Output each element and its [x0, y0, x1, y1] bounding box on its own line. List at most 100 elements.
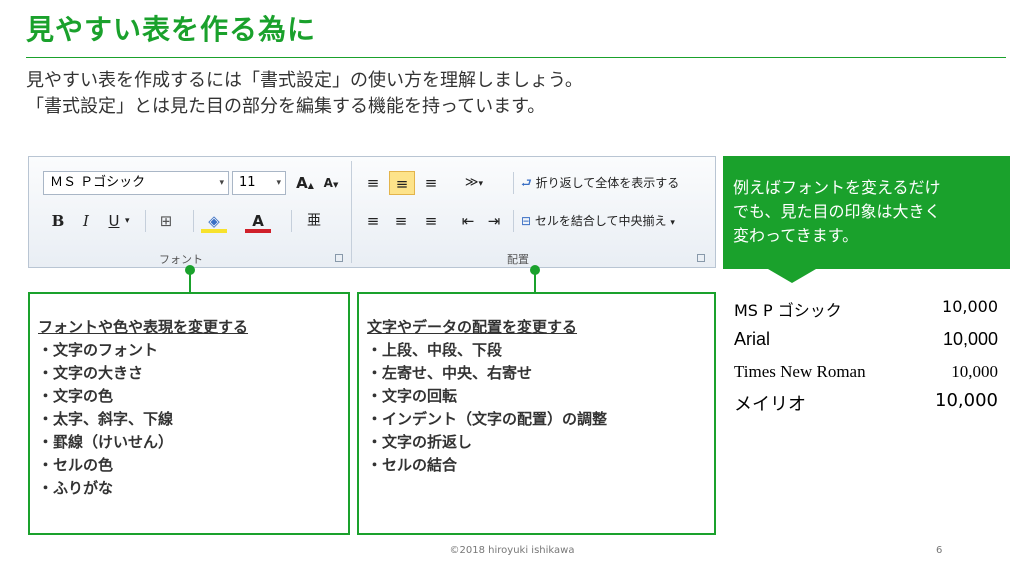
font-sample-row: メイリオ 10,000 — [734, 390, 998, 418]
font-dialog-launcher-icon[interactable] — [335, 254, 343, 262]
list-item: ・ふりがな — [38, 479, 114, 497]
fill-color-button[interactable]: ◈ — [201, 209, 227, 233]
align-top-icon: ≡ — [366, 174, 380, 192]
list-item: ・文字の回転 — [367, 387, 458, 405]
merge-cells-icon: ⊟ — [521, 214, 532, 228]
border-icon: ⊞ — [159, 212, 173, 230]
page-title: 見やすい表を作る為に — [26, 13, 317, 46]
list-item: ・インデント（文字の配置）の調整 — [367, 410, 608, 428]
align-right-button[interactable]: ≡ — [419, 209, 443, 233]
group-divider — [351, 161, 352, 263]
underline-button[interactable]: U — [103, 209, 125, 233]
shrink-font-button[interactable]: A▼ — [319, 171, 343, 195]
list-item: ・セルの色 — [38, 456, 114, 474]
separator — [513, 172, 514, 194]
chevron-down-icon: ▾ — [670, 218, 675, 228]
title-divider — [26, 57, 1006, 58]
intro-text: 見やすい表を作成するには「書式設定」の使い方を理解しましょう。 「書式設定」とは… — [26, 68, 583, 120]
list-item: ・太字、斜字、下線 — [38, 410, 174, 428]
font-sample-row: Times New Roman 10,000 — [734, 362, 998, 390]
separator — [291, 210, 292, 232]
callout-line-1: 例えばフォントを変えるだけ — [733, 178, 941, 197]
chevron-down-icon: ▾ — [276, 178, 281, 188]
italic-button[interactable]: I — [75, 209, 97, 233]
font-sample-value: 10,000 — [951, 362, 998, 381]
align-bottom-icon: ≡ — [424, 174, 438, 192]
bold-button[interactable]: B — [47, 209, 69, 233]
border-button[interactable]: ⊞ — [153, 209, 179, 233]
align-middle-button[interactable]: ≡ — [389, 171, 415, 195]
font-features-heading: フォントや色や表現を変更する — [38, 318, 249, 336]
align-bottom-button[interactable]: ≡ — [419, 171, 443, 195]
separator — [145, 210, 146, 232]
merge-center-label: セルを結合して中央揃え — [534, 214, 667, 228]
phonetic-icon: 亜 — [307, 213, 321, 229]
text-orientation-icon: ≫ — [464, 175, 479, 190]
font-sample-value: 10,000 — [942, 329, 998, 349]
callout-box: 例えばフォントを変えるだけ でも、見た目の印象は大きく 変わってきます。 — [723, 156, 1010, 269]
phonetic-button[interactable]: 亜 — [301, 209, 327, 233]
list-item: ・上段、中段、下段 — [367, 341, 503, 359]
alignment-group-label: 配置 — [507, 253, 529, 266]
font-sample-value: 10,000 — [942, 297, 998, 316]
alignment-features-box: 文字やデータの配置を変更する ・上段、中段、下段 ・左寄せ、中央、右寄せ ・文字… — [357, 292, 716, 535]
list-item: ・罫線（けいせん） — [38, 433, 174, 451]
font-sample-name: Times New Roman — [734, 362, 866, 381]
grow-font-button[interactable]: A▲ — [293, 171, 317, 195]
font-color-button[interactable]: A — [245, 209, 271, 233]
alignment-connector-dot — [530, 265, 540, 275]
font-size-value: 11 — [239, 175, 256, 190]
font-sample-name: メイリオ — [734, 394, 806, 415]
separator — [513, 210, 514, 232]
wrap-text-icon: ⮐ — [521, 176, 532, 190]
decrease-indent-button[interactable]: ⇤ — [457, 209, 479, 233]
wrap-text-button[interactable]: ⮐ 折り返して全体を表示する — [521, 171, 679, 195]
list-item: ・文字の色 — [38, 387, 114, 405]
paint-bucket-icon: ◈ — [208, 212, 220, 230]
font-sample-row: MS P ゴシック 10,000 — [734, 297, 998, 325]
chevron-down-icon[interactable]: ▾ — [125, 209, 130, 233]
callout-line-2: でも、見た目の印象は大きく — [733, 202, 941, 221]
font-name-select[interactable]: ＭＳ Ｐゴシック ▾ — [43, 171, 229, 195]
font-size-select[interactable]: 11 ▾ — [232, 171, 286, 195]
align-center-icon: ≡ — [394, 212, 408, 230]
increase-indent-button[interactable]: ⇥ — [483, 209, 505, 233]
list-item: ・左寄せ、中央、右寄せ — [367, 364, 533, 382]
increase-indent-icon: ⇥ — [487, 212, 501, 230]
font-color-icon: A — [252, 212, 264, 230]
callout-tail — [768, 269, 816, 283]
chevron-down-icon: ▾ — [219, 178, 224, 188]
list-item: ・文字の折返し — [367, 433, 473, 451]
font-sample-name: Arial — [734, 329, 771, 349]
font-name-value: ＭＳ Ｐゴシック — [50, 175, 146, 190]
alignment-features-heading: 文字やデータの配置を変更する — [367, 318, 578, 336]
intro-line-1: 見やすい表を作成するには「書式設定」の使い方を理解しましょう。 — [26, 70, 583, 91]
font-sample-name: MS P ゴシック — [734, 301, 842, 320]
excel-ribbon: ＭＳ Ｐゴシック ▾ 11 ▾ A▲ A▼ B I U ▾ ⊞ ◈ A 亜 フォ… — [28, 156, 716, 268]
align-top-button[interactable]: ≡ — [361, 171, 385, 195]
font-sample-row: Arial 10,000 — [734, 329, 998, 357]
font-sample-value: 10,000 — [935, 390, 998, 411]
shrink-font-icon: A — [323, 176, 333, 190]
list-item: ・文字の大きさ — [38, 364, 144, 382]
align-left-button[interactable]: ≡ — [361, 209, 385, 233]
wrap-text-label: 折り返して全体を表示する — [535, 176, 680, 190]
font-group-label: フォント — [159, 253, 203, 266]
align-right-icon: ≡ — [424, 212, 438, 230]
intro-line-2: 「書式設定」とは見た目の部分を編集する機能を持っています。 — [26, 96, 546, 117]
alignment-dialog-launcher-icon[interactable] — [697, 254, 705, 262]
list-item: ・セルの結合 — [367, 456, 458, 474]
align-center-button[interactable]: ≡ — [389, 209, 413, 233]
decrease-indent-icon: ⇤ — [461, 212, 475, 230]
orientation-button[interactable]: ≫▾ — [457, 171, 491, 195]
list-item: ・文字のフォント — [38, 341, 159, 359]
font-features-box: フォントや色や表現を変更する ・文字のフォント ・文字の大きさ ・文字の色 ・太… — [28, 292, 350, 535]
merge-center-button[interactable]: ⊟ セルを結合して中央揃え ▾ — [521, 209, 675, 235]
grow-font-icon: A — [296, 174, 308, 192]
align-left-icon: ≡ — [366, 212, 380, 230]
separator — [193, 210, 194, 232]
align-middle-icon: ≡ — [395, 175, 409, 193]
page-number: 6 — [936, 545, 943, 556]
copyright-footer: ©2018 hiroyuki ishikawa — [449, 545, 575, 556]
font-connector-dot — [185, 265, 195, 275]
